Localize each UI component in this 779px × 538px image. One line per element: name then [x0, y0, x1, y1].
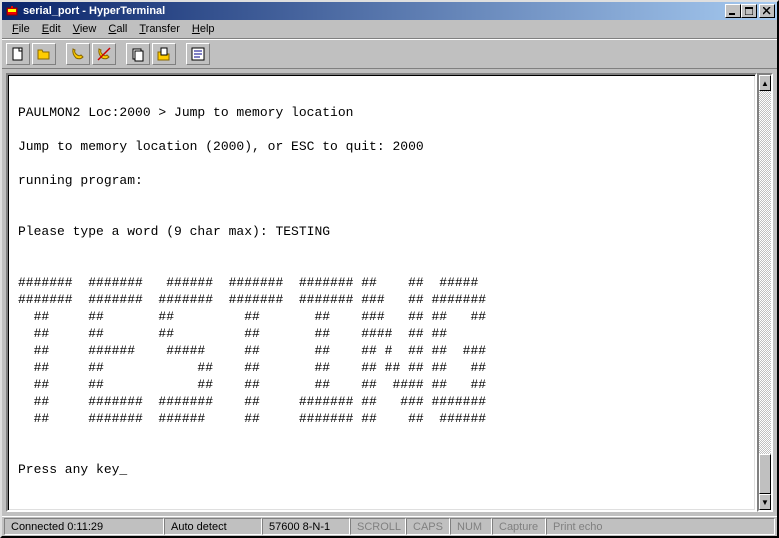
window-controls	[725, 4, 775, 18]
terminal[interactable]: PAULMON2 Loc:2000 > Jump to memory locat…	[6, 73, 757, 512]
status-settings: 57600 8-N-1	[262, 518, 350, 535]
scroll-thumb[interactable]	[759, 454, 771, 494]
status-num: NUM	[450, 518, 492, 535]
menu-transfer[interactable]: Transfer	[133, 21, 186, 37]
titlebar: serial_port - HyperTerminal	[2, 2, 777, 20]
toolbar-send-button[interactable]	[126, 43, 150, 65]
open-folder-icon	[36, 46, 52, 62]
status-capture: Capture	[492, 518, 546, 535]
toolbar-properties-button[interactable]	[186, 43, 210, 65]
send-file-icon	[130, 46, 146, 62]
phone-disconnect-icon	[96, 46, 112, 62]
status-scroll: SCROLL	[350, 518, 406, 535]
terminal-container: PAULMON2 Loc:2000 > Jump to memory locat…	[2, 69, 777, 516]
toolbar-open-button[interactable]	[32, 43, 56, 65]
vertical-scrollbar[interactable]: ▲ ▼	[757, 73, 773, 512]
status-connected: Connected 0:11:29	[4, 518, 164, 535]
window-title: serial_port - HyperTerminal	[23, 5, 725, 17]
terminal-text: PAULMON2 Loc:2000 > Jump to memory locat…	[10, 79, 753, 482]
toolbar-separator	[118, 43, 124, 65]
toolbar-connect-button[interactable]	[66, 43, 90, 65]
menu-view[interactable]: View	[67, 21, 103, 37]
minimize-button[interactable]	[725, 4, 741, 18]
toolbar-disconnect-button[interactable]	[92, 43, 116, 65]
properties-icon	[190, 46, 206, 62]
close-button[interactable]	[759, 4, 775, 18]
menu-help[interactable]: Help	[186, 21, 221, 37]
menu-edit[interactable]: Edit	[36, 21, 67, 37]
toolbar	[2, 39, 777, 69]
phone-connect-icon	[70, 46, 86, 62]
status-autodetect: Auto detect	[164, 518, 262, 535]
menu-file[interactable]: File	[6, 21, 36, 37]
toolbar-separator	[58, 43, 64, 65]
maximize-button[interactable]	[741, 4, 757, 18]
menu-call[interactable]: Call	[102, 21, 133, 37]
scroll-down-button[interactable]: ▼	[759, 494, 771, 510]
app-icon	[4, 3, 20, 19]
toolbar-receive-button[interactable]	[152, 43, 176, 65]
menubar: File Edit View Call Transfer Help	[2, 20, 777, 39]
new-file-icon	[10, 46, 26, 62]
status-caps: CAPS	[406, 518, 450, 535]
toolbar-new-button[interactable]	[6, 43, 30, 65]
toolbar-separator	[178, 43, 184, 65]
receive-file-icon	[156, 46, 172, 62]
scroll-track[interactable]	[759, 91, 771, 494]
scroll-up-button[interactable]: ▲	[759, 75, 771, 91]
status-printecho: Print echo	[546, 518, 775, 535]
statusbar: Connected 0:11:29 Auto detect 57600 8-N-…	[2, 516, 777, 536]
app-window: serial_port - HyperTerminal File Edit Vi…	[0, 0, 779, 538]
